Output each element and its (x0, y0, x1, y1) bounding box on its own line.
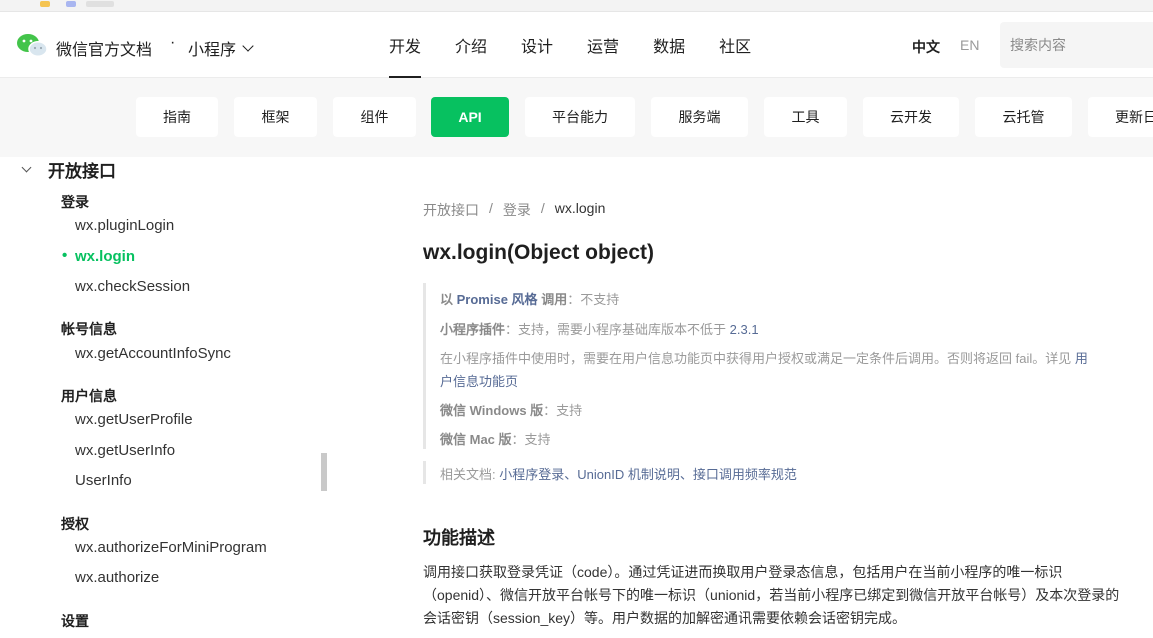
sidebar-group-login: 登录 (61, 194, 89, 210)
plugin-version-link[interactable]: 2.3.1 (730, 322, 759, 337)
lang-zh-button[interactable]: 中文 (912, 37, 940, 57)
mac-label: 微信 Mac 版 (440, 432, 512, 447)
related-docs-links[interactable]: 小程序登录、UnionID 机制说明、接口调用频率规范 (499, 467, 797, 482)
breadcrumb-item-current: wx.login (554, 200, 606, 216)
title-separator: · (170, 34, 176, 51)
tab-changelog[interactable]: 更新日 (1088, 97, 1153, 137)
promise-value: ：不支持 (567, 292, 620, 307)
main-content: 开放接口 / 登录 / wx.login wx.login(Object obj… (330, 157, 1153, 638)
sidebar-scrollbar[interactable] (321, 453, 327, 491)
promise-support-line: 以 Promise 风格 调用：不支持 (440, 289, 619, 308)
description-line-3: 会话密钥（session_key）等。用户数据的加解密通讯需要依赖会话密钥完成。 (423, 610, 907, 626)
nav-develop[interactable]: 开发 (372, 12, 438, 78)
sidebar-item-userinfo[interactable]: UserInfo (75, 472, 132, 489)
sidebar-item-pluginlogin[interactable]: wx.pluginLogin (75, 217, 174, 234)
sidebar-section-open-api[interactable]: 开放接口 (20, 157, 116, 182)
site-title[interactable]: 微信官方文档 (56, 36, 152, 60)
sidebar-item-authorizeforminiprogram[interactable]: wx.authorizeForMiniProgram (75, 539, 267, 556)
main-nav: 开发 介绍 设计 运营 数据 社区 (372, 12, 768, 78)
nav-design[interactable]: 设计 (504, 12, 570, 78)
promise-prefix: 以 (440, 292, 454, 307)
wechat-logo-icon[interactable] (16, 32, 48, 58)
tab-cloud-dev[interactable]: 云开发 (863, 97, 959, 137)
promise-style-link[interactable]: Promise 风格 (457, 292, 538, 307)
chevron-down-icon (242, 40, 254, 52)
tab-platform-capabilities[interactable]: 平台能力 (525, 97, 635, 137)
page-title: wx.login(Object object) (423, 241, 655, 264)
promise-call: 调用 (541, 292, 568, 307)
sidebar-group-user: 用户信息 (61, 388, 117, 404)
user-info-page-link-cont[interactable]: 户信息功能页 (440, 374, 518, 389)
tab-favicon-icon (86, 1, 114, 7)
nav-community[interactable]: 社区 (702, 12, 768, 78)
plugin-note-line-2: 户信息功能页 (440, 371, 518, 390)
plugin-value: ：支持，需要小程序基础库版本不低于 (505, 322, 727, 337)
breadcrumb-item-open-api[interactable]: 开放接口 (423, 200, 479, 220)
mac-value: ：支持 (511, 432, 551, 447)
breadcrumb: 开放接口 / 登录 / wx.login (423, 200, 605, 220)
related-docs-box: 相关文档: 小程序登录、UnionID 机制说明、接口调用频率规范 (423, 461, 797, 484)
description-paragraph: 调用接口获取登录凭证（code）。通过凭证进而换取用户登录态信息，包括用户在当前… (423, 561, 1143, 630)
sidebar-group-account: 帐号信息 (61, 321, 117, 337)
sidebar-item-checksession[interactable]: wx.checkSession (75, 278, 190, 295)
windows-label: 微信 Windows 版 (440, 403, 544, 418)
product-switcher[interactable]: 小程序 (188, 36, 254, 60)
sidebar: 开放接口 登录 wx.pluginLogin • wx.login wx.che… (0, 157, 330, 638)
nav-data[interactable]: 数据 (636, 12, 702, 78)
windows-value: ：支持 (543, 403, 583, 418)
support-info-box: 以 Promise 风格 调用：不支持 小程序插件：支持，需要小程序基础库版本不… (423, 283, 1088, 449)
tab-cloud-hosting[interactable]: 云托管 (975, 97, 1072, 137)
plugin-label: 小程序插件 (440, 322, 506, 337)
breadcrumb-separator: / (489, 200, 493, 216)
tab-server[interactable]: 服务端 (651, 97, 748, 137)
plugin-note-line-1: 在小程序插件中使用时，需要在用户信息功能页中获得用户授权或满足一定条件后调用。否… (440, 348, 1088, 367)
sidebar-item-getuserprofile[interactable]: wx.getUserProfile (75, 411, 193, 428)
active-bullet: • (62, 247, 68, 264)
plugin-note-text: 在小程序插件中使用时，需要在用户信息功能页中获得用户授权或满足一定条件后调用。否… (440, 351, 1072, 366)
user-info-page-link[interactable]: 用 (1075, 351, 1088, 366)
description-line-2: （openid）、微信开放平台帐号下的唯一标识（unionid，若当前小程序已绑… (423, 587, 1120, 603)
related-docs-label: 相关文档: (440, 467, 496, 482)
browser-top-strip (0, 0, 1153, 12)
sidebar-section-label: 开放接口 (48, 162, 116, 181)
description-line-1: 调用接口获取登录凭证（code）。通过凭证进而换取用户登录态信息，包括用户在当前… (423, 564, 1063, 580)
product-label: 小程序 (188, 42, 237, 59)
sidebar-group-settings: 设置 (61, 613, 89, 629)
tab-api[interactable]: API (431, 97, 509, 137)
sidebar-item-getuserinfo[interactable]: wx.getUserInfo (75, 442, 175, 459)
tab-favicon-icon (40, 1, 50, 7)
tab-framework[interactable]: 框架 (234, 97, 317, 137)
nav-intro[interactable]: 介绍 (438, 12, 504, 78)
top-header: 微信官方文档 · 小程序 开发 介绍 设计 运营 数据 社区 中文 EN (0, 12, 1153, 78)
search-box (1000, 22, 1153, 68)
breadcrumb-item-login[interactable]: 登录 (503, 200, 531, 220)
mac-support-line: 微信 Mac 版：支持 (440, 429, 551, 448)
windows-support-line: 微信 Windows 版：支持 (440, 400, 582, 419)
search-input[interactable] (1000, 22, 1150, 68)
breadcrumb-separator: / (540, 200, 545, 216)
nav-operations[interactable]: 运营 (570, 12, 636, 78)
sidebar-item-login[interactable]: wx.login (75, 248, 135, 265)
sub-nav: 指南 框架 组件 API 平台能力 服务端 工具 云开发 云托管 更新日 (0, 78, 1153, 157)
lang-en-button[interactable]: EN (960, 37, 979, 53)
plugin-support-line: 小程序插件：支持，需要小程序基础库版本不低于 2.3.1 (440, 319, 759, 338)
tab-guide[interactable]: 指南 (136, 97, 218, 137)
sidebar-item-authorize[interactable]: wx.authorize (75, 569, 159, 586)
tab-components[interactable]: 组件 (333, 97, 416, 137)
sidebar-item-getaccountinfosync[interactable]: wx.getAccountInfoSync (75, 345, 231, 362)
tab-favicon-icon (66, 1, 76, 7)
sidebar-group-auth: 授权 (61, 516, 89, 532)
related-docs-line: 相关文档: 小程序登录、UnionID 机制说明、接口调用频率规范 (440, 464, 797, 483)
tab-tools[interactable]: 工具 (764, 97, 847, 137)
chevron-down-icon (21, 162, 32, 173)
section-title-description: 功能描述 (423, 528, 495, 548)
